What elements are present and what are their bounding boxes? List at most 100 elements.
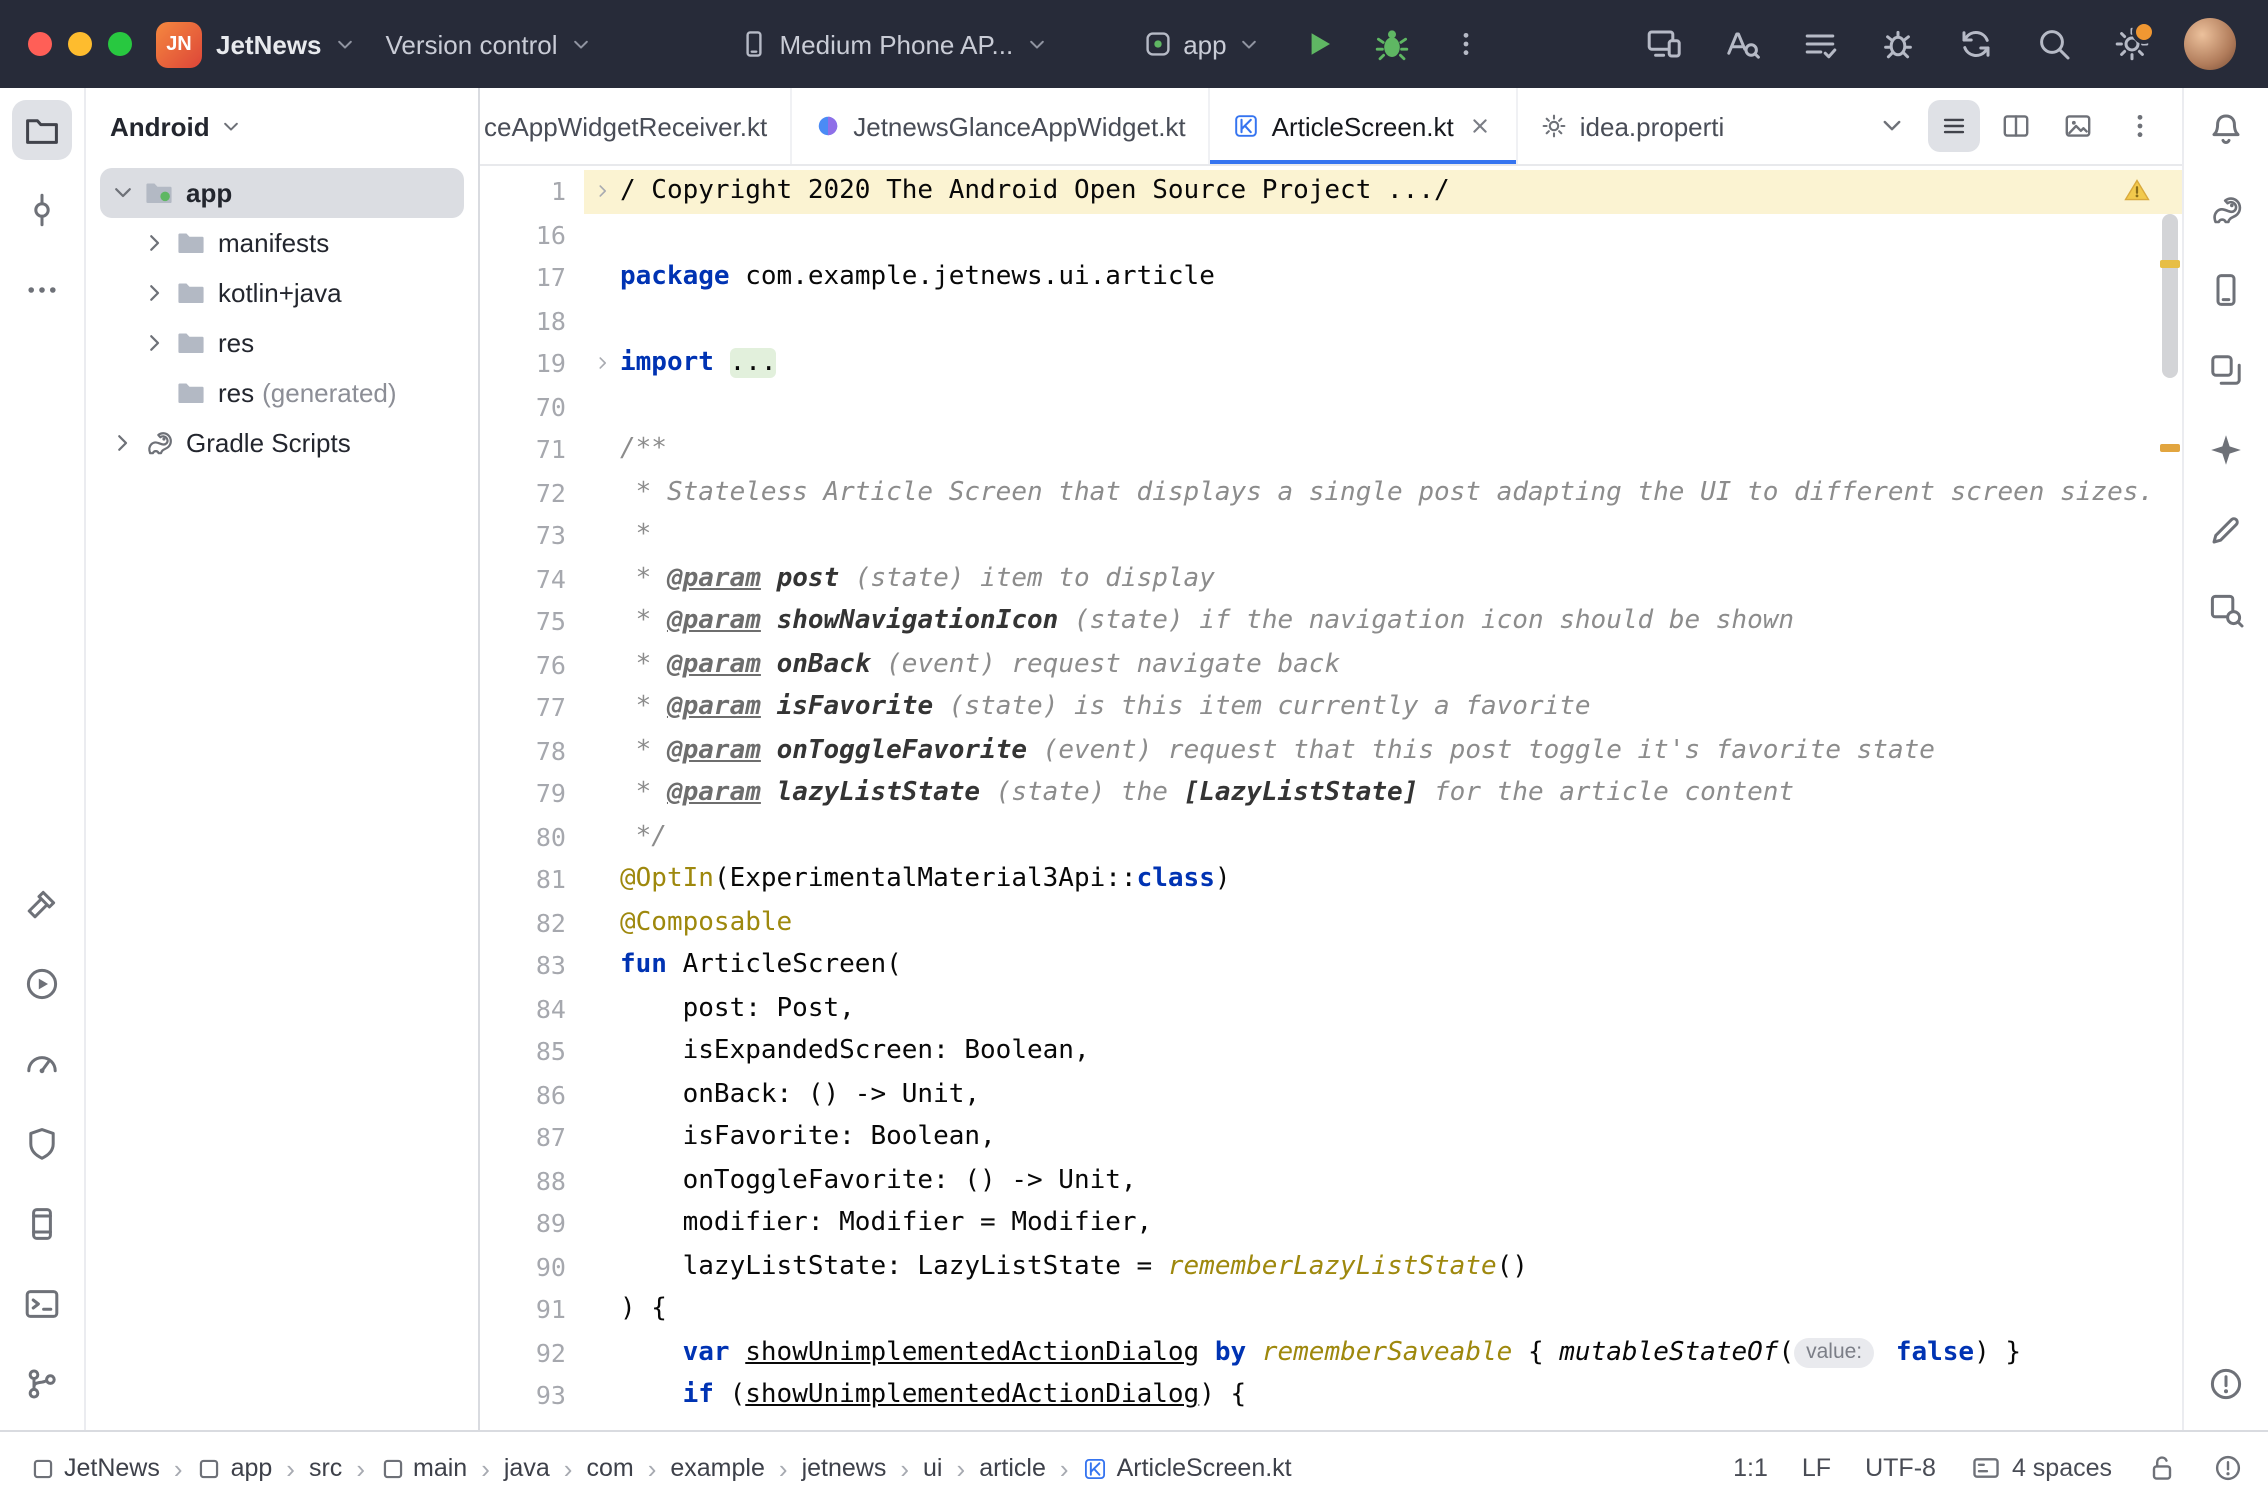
fold-toggle-icon[interactable] <box>584 170 620 213</box>
line-separator[interactable]: LF <box>1802 1454 1831 1482</box>
breadcrumb-articlescreen-kt[interactable]: ArticleScreen.kt <box>1077 1450 1298 1486</box>
gradle-sync-button[interactable] <box>1950 18 2002 70</box>
code-text[interactable]: package com.example.jetnews.ui.article <box>620 256 1215 299</box>
device-manager-button[interactable] <box>2196 260 2256 320</box>
app-links-button[interactable] <box>2196 500 2256 560</box>
run-configuration-selector[interactable]: app <box>1127 20 1276 68</box>
tab-jetnewsglanceappwidget-kt[interactable]: JetnewsGlanceAppWidget.kt <box>789 88 1207 164</box>
preview-image-button[interactable] <box>2052 100 2104 152</box>
commit-button[interactable] <box>12 180 72 240</box>
breadcrumb-jetnews[interactable]: JetNews <box>24 1450 166 1486</box>
code-text[interactable]: * Stateless Article Screen that displays… <box>620 471 2154 514</box>
code-text[interactable]: / Copyright 2020 The Android Open Source… <box>620 170 1450 213</box>
running-devices-button[interactable] <box>2196 340 2256 400</box>
line-number[interactable]: 18 <box>480 299 584 342</box>
line-number[interactable]: 84 <box>480 987 584 1030</box>
inspections-warning-icon[interactable] <box>2122 176 2152 204</box>
code-text[interactable]: * @param showNavigationIcon (state) if t… <box>620 600 1794 643</box>
line-number[interactable]: 79 <box>480 772 584 815</box>
line-number[interactable]: 86 <box>480 1073 584 1116</box>
line-number[interactable]: 83 <box>480 944 584 987</box>
user-avatar[interactable] <box>2184 18 2236 70</box>
zoom-window-button[interactable] <box>108 32 132 56</box>
breadcrumb-src[interactable]: src <box>303 1450 348 1486</box>
inspect-code-button[interactable] <box>1716 18 1768 70</box>
minimize-window-button[interactable] <box>68 32 92 56</box>
scrollbar-warning-mark[interactable] <box>2160 260 2180 268</box>
code-text[interactable]: post: Post, <box>620 987 855 1030</box>
line-number[interactable]: 90 <box>480 1245 584 1288</box>
line-number[interactable]: 73 <box>480 514 584 557</box>
breadcrumb-article[interactable]: article <box>973 1450 1052 1486</box>
code-text[interactable]: */ <box>620 815 667 858</box>
code-text[interactable]: @Composable <box>620 901 792 944</box>
search-everywhere-button[interactable] <box>2028 18 2080 70</box>
line-number[interactable]: 87 <box>480 1116 584 1159</box>
inspections-status-widget[interactable] <box>2212 1452 2244 1484</box>
line-number[interactable]: 1 <box>480 170 584 213</box>
code-text[interactable]: ) { <box>620 1288 667 1331</box>
line-number[interactable]: 70 <box>480 385 584 428</box>
code-text[interactable]: isExpandedScreen: Boolean, <box>620 1030 1090 1073</box>
code-text[interactable]: if (showUnimplementedActionDialog) { <box>620 1374 1246 1417</box>
tree-chevron-icon[interactable] <box>108 428 138 458</box>
tree-item-app[interactable]: app <box>100 168 464 218</box>
tree-chevron-icon[interactable] <box>140 328 170 358</box>
terminal-button[interactable] <box>12 1274 72 1334</box>
editor[interactable]: 1 / Copyright 2020 The Android Open Sourc… <box>480 166 2182 1430</box>
line-number[interactable]: 85 <box>480 1030 584 1073</box>
line-number[interactable]: 71 <box>480 428 584 471</box>
code-text[interactable]: /** <box>620 428 667 471</box>
device-explorer-button[interactable] <box>12 1194 72 1254</box>
line-number[interactable]: 72 <box>480 471 584 514</box>
tree-item-kotlin-java[interactable]: kotlin+java <box>100 268 464 318</box>
code-text[interactable]: * @param lazyListState (state) the [Lazy… <box>620 772 1794 815</box>
hidden-tabs-button[interactable] <box>1866 100 1918 152</box>
line-number[interactable]: 93 <box>480 1374 584 1417</box>
problems-button[interactable] <box>2196 1354 2256 1414</box>
project-widget[interactable]: JetNews <box>202 21 372 67</box>
project-view-header[interactable]: Android <box>86 88 478 164</box>
breadcrumb-main[interactable]: main <box>373 1450 473 1486</box>
line-number[interactable]: 80 <box>480 815 584 858</box>
app-quality-insights-button[interactable] <box>12 1114 72 1174</box>
tab-kebab-button[interactable] <box>2114 100 2166 152</box>
code-text[interactable]: isFavorite: Boolean, <box>620 1116 996 1159</box>
code-text[interactable]: * @param isFavorite (state) is this item… <box>620 686 1591 729</box>
todo-button[interactable] <box>1794 18 1846 70</box>
line-number[interactable]: 76 <box>480 643 584 686</box>
settings-button[interactable] <box>2106 18 2158 70</box>
tree-item-manifests[interactable]: manifests <box>100 218 464 268</box>
project-folder-button[interactable] <box>12 100 72 160</box>
tree-item-gradle-scripts[interactable]: Gradle Scripts <box>100 418 464 468</box>
code-text[interactable]: lazyListState: LazyListState = rememberL… <box>620 1245 1528 1288</box>
code-text[interactable]: import ... <box>620 342 777 385</box>
debug-button[interactable] <box>1367 18 1419 70</box>
tree-chevron-icon[interactable] <box>140 228 170 258</box>
notifications-button[interactable] <box>2196 100 2256 160</box>
line-number[interactable]: 91 <box>480 1288 584 1331</box>
scrollbar-warning-mark-2[interactable] <box>2160 444 2180 452</box>
layout-inspector-button[interactable] <box>2196 580 2256 640</box>
run-button[interactable] <box>1293 18 1345 70</box>
breadcrumb-example[interactable]: example <box>664 1450 771 1486</box>
tab-articlescreen-kt[interactable]: ArticleScreen.kt <box>1208 88 1516 164</box>
breadcrumb-java[interactable]: java <box>498 1450 556 1486</box>
gradle-button[interactable] <box>2196 180 2256 240</box>
profiler-button[interactable] <box>12 1034 72 1094</box>
breadcrumb-app[interactable]: app <box>191 1450 279 1486</box>
line-number[interactable]: 19 <box>480 342 584 385</box>
version-control-button[interactable] <box>12 1354 72 1414</box>
fold-toggle-icon[interactable] <box>584 342 620 385</box>
code-text[interactable]: * @param onToggleFavorite (event) reques… <box>620 729 1935 772</box>
run-button[interactable] <box>12 954 72 1014</box>
line-number[interactable]: 75 <box>480 600 584 643</box>
vcs-widget[interactable]: Version control <box>372 21 608 67</box>
code-text[interactable]: onToggleFavorite: () -> Unit, <box>620 1159 1137 1202</box>
line-number[interactable]: 77 <box>480 686 584 729</box>
readonly-toggle[interactable] <box>2146 1452 2178 1484</box>
line-number[interactable]: 74 <box>480 557 584 600</box>
editor-scrollbar-thumb[interactable] <box>2162 214 2178 378</box>
line-number[interactable]: 89 <box>480 1202 584 1245</box>
line-number[interactable]: 92 <box>480 1331 584 1374</box>
